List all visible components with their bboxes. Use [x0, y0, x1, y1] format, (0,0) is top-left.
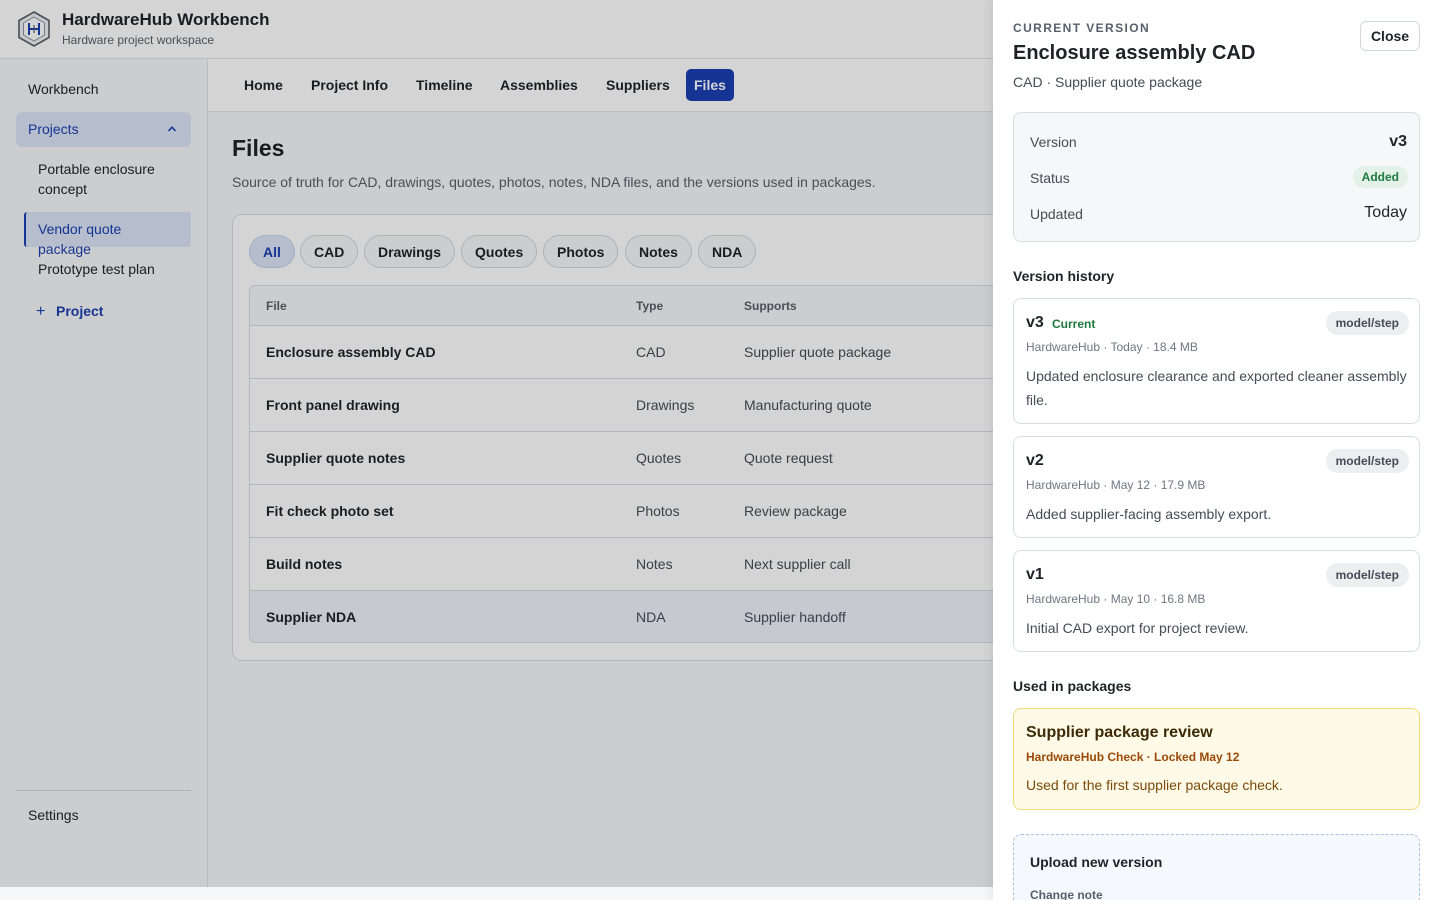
version-card[interactable]: v1 model/step HardwareHub · May 10 · 16.…: [1013, 550, 1420, 652]
version-name: v3: [1026, 314, 1044, 331]
upload-title: Upload new version: [1030, 854, 1163, 870]
drawer-subtitle: CAD · Supplier quote package: [1013, 74, 1203, 90]
format-tag: model/step: [1325, 449, 1409, 473]
version-note: Added supplier-facing assembly export.: [1026, 506, 1272, 522]
status-label: Status: [1030, 170, 1070, 186]
packages-heading: Used in packages: [1013, 678, 1132, 694]
drawer-kicker: CURRENT VERSION: [1013, 21, 1151, 35]
format-tag: model/step: [1325, 311, 1409, 335]
package-meta: HardwareHub Check · Locked May 12: [1026, 750, 1240, 764]
version-card[interactable]: v2 model/step HardwareHub · May 12 · 17.…: [1013, 436, 1420, 538]
close-button[interactable]: Close: [1360, 21, 1420, 51]
version-note: Updated enclosure clearance and exported…: [1026, 368, 1407, 408]
status-badge: Added: [1352, 166, 1408, 188]
upload-dropzone[interactable]: Upload new version Change note: [1013, 834, 1420, 900]
version-meta: HardwareHub · May 12 · 17.9 MB: [1026, 478, 1206, 492]
version-summary: Version v3 Status Added Updated Today: [1013, 112, 1420, 242]
current-label: Current: [1052, 317, 1096, 331]
package-card[interactable]: Supplier package review HardwareHub Chec…: [1013, 708, 1420, 810]
package-note: Used for the first supplier package chec…: [1026, 777, 1283, 793]
version-note: Initial CAD export for project review.: [1026, 620, 1249, 636]
drawer-title: Enclosure assembly CAD: [1013, 42, 1256, 64]
version-name: v2: [1026, 452, 1044, 469]
package-title: Supplier package review: [1026, 724, 1213, 741]
version-name: v1: [1026, 566, 1044, 583]
updated-value: Today: [1364, 204, 1407, 221]
version-value: v3: [1389, 133, 1407, 150]
change-note-label: Change note: [1030, 888, 1103, 900]
version-meta: HardwareHub · Today · 18.4 MB: [1026, 340, 1198, 354]
version-card[interactable]: v3 Current model/step HardwareHub · Toda…: [1013, 298, 1420, 424]
version-meta: HardwareHub · May 10 · 16.8 MB: [1026, 592, 1206, 606]
updated-label: Updated: [1030, 206, 1083, 222]
version-history-heading: Version history: [1013, 268, 1115, 284]
format-tag: model/step: [1325, 563, 1409, 587]
version-label: Version: [1030, 134, 1077, 150]
version-drawer: CURRENT VERSION Enclosure assembly CAD C…: [993, 0, 1440, 900]
